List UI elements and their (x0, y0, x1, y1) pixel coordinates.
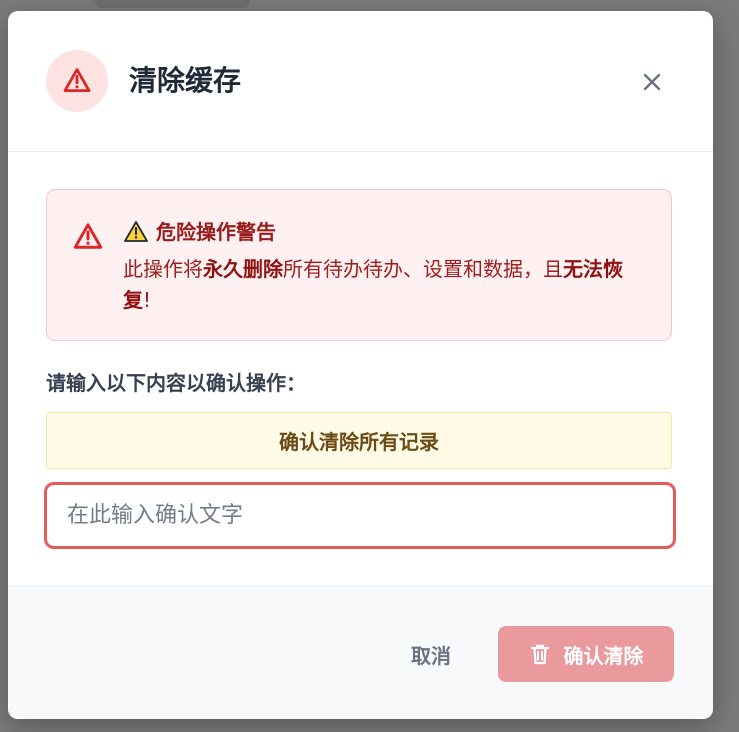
dialog-header: 清除缓存 (8, 11, 713, 152)
warning-emoji-icon (124, 221, 148, 242)
warning-text-suffix: ! (143, 288, 152, 312)
warning-triangle-icon (46, 50, 108, 112)
close-button[interactable] (636, 66, 668, 98)
confirmation-input[interactable] (44, 482, 676, 549)
cancel-button[interactable]: 取消 (390, 634, 472, 674)
dialog-title: 清除缓存 (129, 64, 242, 97)
danger-warning-box: 危险操作警告 此操作将永久删除所有待办待办、设置和数据，且无法恢复! (46, 189, 672, 341)
warning-title: 危险操作警告 (156, 220, 276, 244)
confirm-clear-label: 确认清除 (563, 643, 644, 668)
dialog-footer: 取消 确认清除 (8, 585, 713, 719)
warning-title-row: 危险操作警告 (123, 217, 276, 247)
confirm-clear-button[interactable]: 确认清除 (498, 626, 674, 682)
warning-description: 此操作将永久删除所有待办待办、设置和数据，且无法恢复! (123, 254, 635, 316)
warning-triangle-icon (73, 223, 103, 249)
close-icon (643, 73, 661, 91)
background-element (95, 0, 250, 8)
clear-cache-dialog: 清除缓存 危险操作警告 此操作将永久删除所有待办待办、设置和数据，且无法恢复! (8, 11, 713, 719)
permanent-delete-text: 永久删除 (203, 257, 283, 281)
confirmation-phrase: 确认清除所有记录 (46, 412, 672, 469)
warning-text-prefix: 此操作将 (123, 257, 203, 281)
trash-icon (530, 644, 549, 665)
confirmation-instruction: 请输入以下内容以确认操作： (46, 371, 306, 395)
warning-text-middle: 所有待办待办、设置和数据，且 (283, 257, 563, 281)
